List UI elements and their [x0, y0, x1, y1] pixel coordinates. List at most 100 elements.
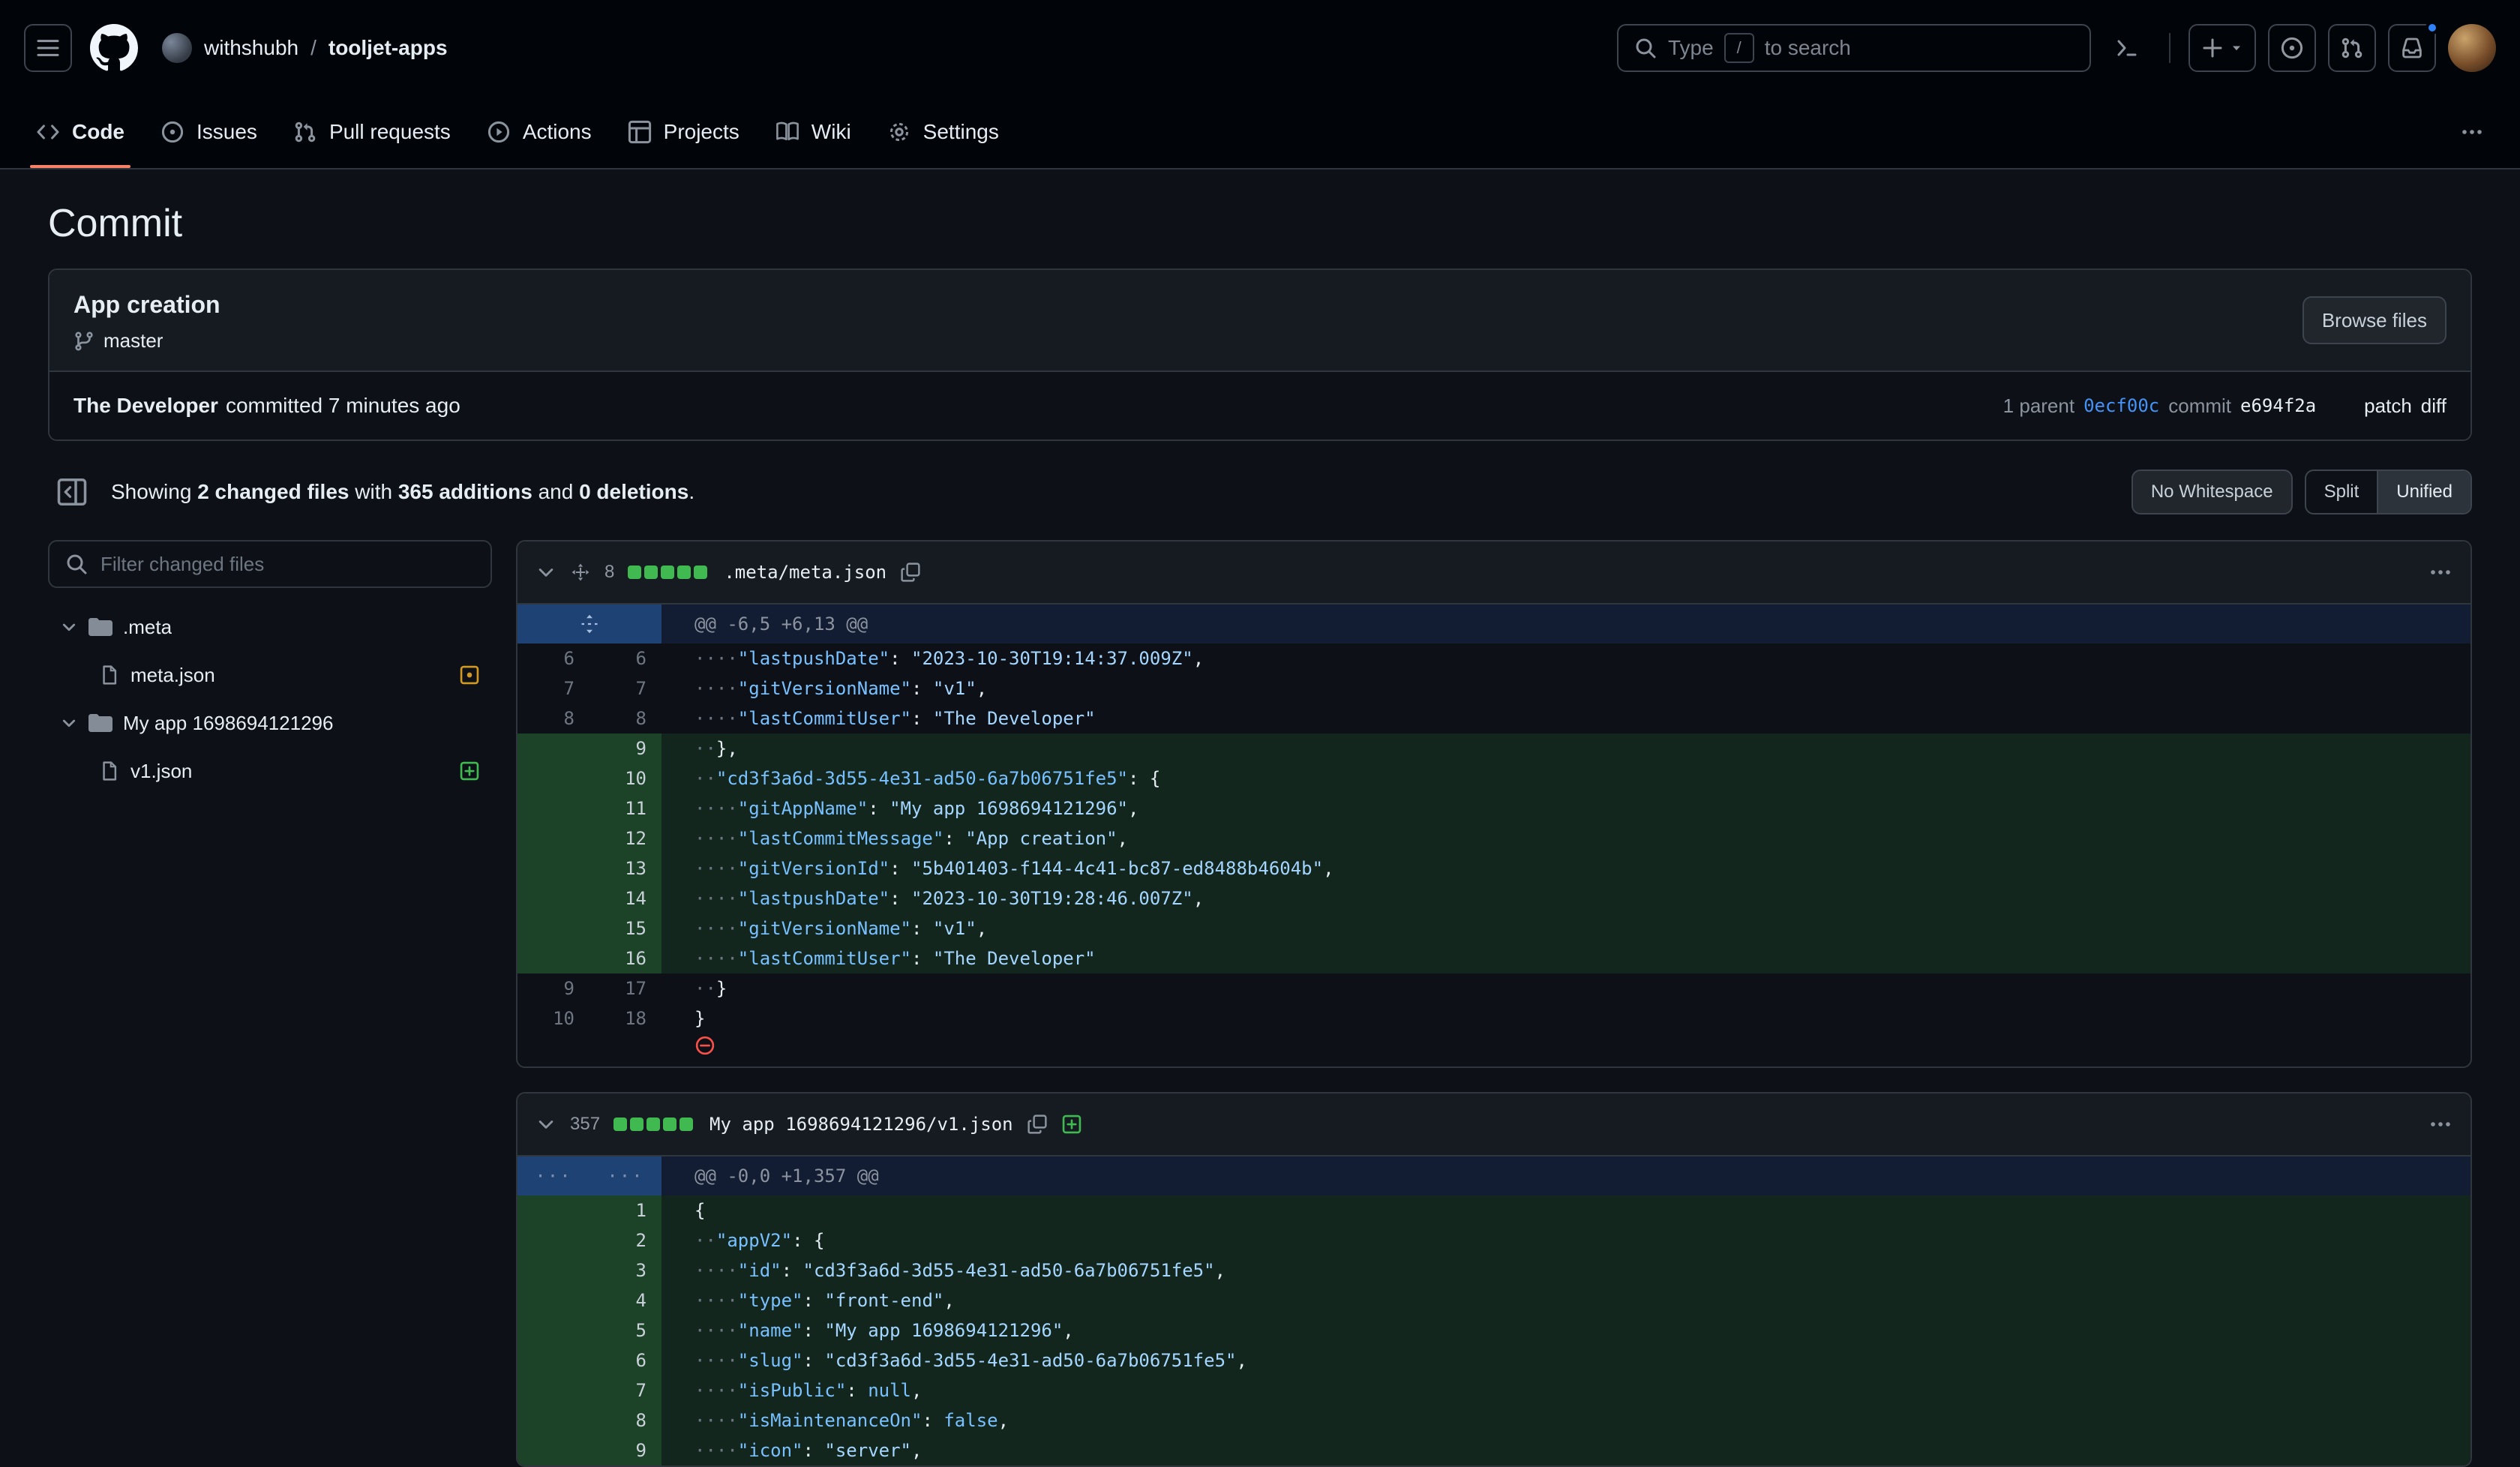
command-palette-button[interactable] [2103, 24, 2151, 72]
old-line-number[interactable] [518, 794, 590, 824]
old-line-number[interactable]: 10 [518, 1004, 590, 1034]
new-line-number[interactable]: 4 [590, 1286, 662, 1316]
diff-file-v1-json: 357 My app 1698694121296/v1.json ··· ··· [516, 1092, 2472, 1467]
nav-overflow-button[interactable] [2448, 108, 2496, 156]
unified-view-button[interactable]: Unified [2377, 471, 2470, 513]
old-line-number[interactable]: 8 [518, 704, 590, 734]
new-line-number[interactable]: 6 [590, 1346, 662, 1376]
notifications-button[interactable] [2388, 24, 2436, 72]
drag-handle-icon[interactable] [570, 562, 591, 583]
new-line-number[interactable]: 12 [590, 824, 662, 854]
new-line-number[interactable]: 17 [590, 974, 662, 1004]
old-line-number[interactable]: 9 [518, 974, 590, 1004]
user-avatar[interactable] [2448, 24, 2496, 72]
old-line-number[interactable] [518, 1316, 590, 1346]
unfold-icon [579, 614, 600, 634]
new-line-number[interactable]: 13 [590, 854, 662, 884]
new-line-number[interactable]: 14 [590, 884, 662, 914]
file-path[interactable]: .meta/meta.json [724, 562, 886, 583]
tab-code[interactable]: Code [24, 96, 136, 168]
old-line-number[interactable] [518, 1346, 590, 1376]
git-branch-icon [74, 331, 94, 352]
new-line-number[interactable]: 10 [590, 764, 662, 794]
chevron-down-icon[interactable] [536, 1114, 556, 1135]
old-line-number[interactable] [518, 764, 590, 794]
new-line-number[interactable]: 15 [590, 914, 662, 944]
tree-file-meta.json[interactable]: meta.json [48, 651, 492, 699]
new-line-number[interactable]: 7 [590, 1376, 662, 1406]
old-line-number[interactable] [518, 1196, 590, 1226]
issues-button[interactable] [2268, 24, 2316, 72]
tree-folder-.meta[interactable]: .meta [48, 603, 492, 651]
diff-link[interactable]: diff [2421, 394, 2446, 418]
new-line-number[interactable]: 6 [590, 644, 662, 674]
new-line-number[interactable]: 5 [590, 1316, 662, 1346]
commit-author[interactable]: The Developer [74, 394, 218, 418]
new-line-number[interactable]: 9 [590, 734, 662, 764]
copy-icon[interactable] [900, 562, 921, 583]
filter-files-input[interactable]: Filter changed files [48, 540, 492, 588]
new-line-number[interactable]: 3 [590, 1256, 662, 1286]
old-line-number[interactable] [518, 1406, 590, 1436]
old-line-number[interactable] [518, 1376, 590, 1406]
old-line-number[interactable] [518, 1226, 590, 1256]
file-tree-toggle-button[interactable] [48, 468, 96, 516]
file-menu-kebab-icon[interactable] [2428, 1112, 2452, 1136]
create-new-button[interactable] [2188, 24, 2256, 72]
hunk-header-row: ··· ··· @@ -0,0 +1,357 @@ [518, 1156, 2470, 1196]
new-line-number[interactable]: 18 [590, 1004, 662, 1034]
search-input[interactable]: Type / to search [1617, 24, 2091, 72]
tab-settings[interactable]: Settings [875, 96, 1011, 168]
tab-projects[interactable]: Projects [616, 96, 752, 168]
parent-sha-link[interactable]: 0ecf00c [2084, 395, 2159, 416]
unread-notification-dot [2426, 21, 2439, 34]
new-line-number[interactable]: 16 [590, 944, 662, 974]
diff-code: ····"lastpushDate": "2023-10-30T19:14:37… [662, 644, 2470, 674]
folder-icon [88, 711, 112, 735]
split-view-button[interactable]: Split [2306, 471, 2378, 513]
file-path[interactable]: My app 1698694121296/v1.json [710, 1114, 1013, 1135]
old-line-number[interactable]: 7 [518, 674, 590, 704]
new-line-number[interactable]: 2 [590, 1226, 662, 1256]
old-line-number[interactable] [518, 1436, 590, 1466]
tab-pull-requests[interactable]: Pull requests [281, 96, 463, 168]
new-line-number[interactable]: 7 [590, 674, 662, 704]
tree-file-v1.json[interactable]: v1.json [48, 747, 492, 795]
new-line-number[interactable]: 9 [590, 1436, 662, 1466]
diff-line: 1{ [518, 1196, 2470, 1226]
browse-files-button[interactable]: Browse files [2302, 296, 2446, 344]
old-line-number[interactable] [518, 734, 590, 764]
new-line-number[interactable]: 8 [590, 1406, 662, 1436]
new-line-number[interactable]: 11 [590, 794, 662, 824]
chevron-down-icon[interactable] [536, 562, 556, 583]
tab-wiki[interactable]: Wiki [764, 96, 863, 168]
patch-link[interactable]: patch [2364, 394, 2412, 418]
old-line-number[interactable] [518, 944, 590, 974]
breadcrumb-repo[interactable]: tooljet-apps [328, 36, 448, 60]
copy-icon[interactable] [1027, 1114, 1048, 1135]
old-line-number[interactable] [518, 854, 590, 884]
old-line-number[interactable] [518, 1256, 590, 1286]
pull-requests-button[interactable] [2328, 24, 2376, 72]
new-line-number[interactable]: 1 [590, 1196, 662, 1226]
old-line-number[interactable] [518, 1286, 590, 1316]
breadcrumb-owner[interactable]: withshubh [204, 36, 298, 60]
new-line-number[interactable]: 8 [590, 704, 662, 734]
tree-folder-my-app-1698694121296[interactable]: My app 1698694121296 [48, 699, 492, 747]
branch-name[interactable]: master [104, 329, 163, 352]
expand-hunk-button[interactable] [518, 604, 662, 644]
hamburger-menu-button[interactable] [24, 24, 72, 72]
old-line-number[interactable] [518, 884, 590, 914]
commit-label: commit [2168, 394, 2231, 418]
tab-actions[interactable]: Actions [475, 96, 604, 168]
old-line-number[interactable]: 6 [518, 644, 590, 674]
github-logo[interactable] [90, 24, 138, 72]
old-line-number[interactable] [518, 824, 590, 854]
file-icon [99, 760, 120, 782]
old-line-number[interactable] [518, 914, 590, 944]
file-header: 357 My app 1698694121296/v1.json [518, 1094, 2470, 1156]
no-whitespace-button[interactable]: No Whitespace [2132, 470, 2293, 514]
diff-code: ····"id": "cd3f3a6d-3d55-4e31-ad50-6a7b0… [662, 1256, 2470, 1286]
tab-issues[interactable]: Issues [148, 96, 269, 168]
file-menu-kebab-icon[interactable] [2428, 560, 2452, 584]
